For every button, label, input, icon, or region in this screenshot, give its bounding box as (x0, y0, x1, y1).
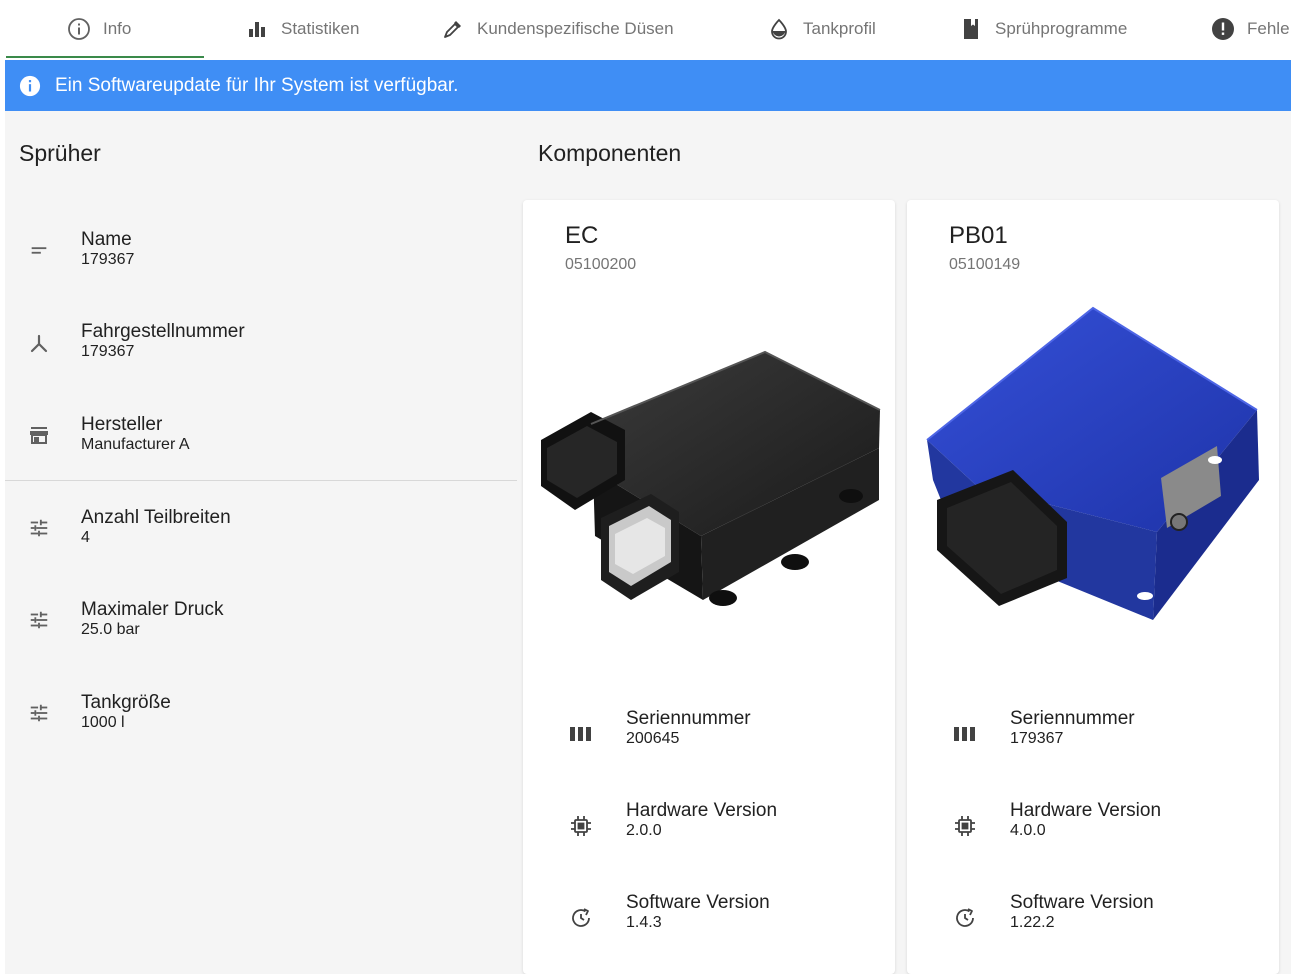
component-row-label: Seriennummer (626, 708, 751, 729)
component-card-ec[interactable]: EC 05100200 Seriennummer 200645 Hardware… (523, 200, 895, 974)
tab-info[interactable]: Info (66, 0, 131, 58)
bar-chart-icon (244, 16, 270, 42)
component-image-pb01 (917, 300, 1269, 640)
component-row-value: 179367 (1010, 730, 1064, 747)
components-section-title: Komponenten (538, 140, 682, 166)
property-label: Anzahl Teilbreiten (81, 507, 231, 528)
tab-bar: Info Statistiken Kundenspezifische Düsen… (0, 0, 1303, 60)
property-value: 179367 (81, 251, 135, 268)
property-value: 1000 l (81, 714, 125, 731)
component-name: PB01 (949, 222, 1008, 249)
component-part-number: 05100149 (949, 256, 1021, 273)
tab-tankprofil[interactable]: Tankprofil (766, 0, 876, 58)
tab-spruehprogramme[interactable]: Sprühprogramme (958, 0, 1127, 58)
barcode-icon (567, 720, 595, 748)
property-label: Tankgröße (81, 692, 171, 713)
component-row-label: Seriennummer (1010, 708, 1135, 729)
eyedropper-icon (440, 16, 466, 42)
component-row-value: 1.4.3 (626, 914, 662, 931)
component-row-software: Software Version 1.22.2 (907, 892, 1279, 942)
chip-icon (567, 812, 595, 840)
active-tab-indicator (6, 56, 204, 58)
tab-label: Info (103, 19, 132, 38)
component-row-software: Software Version 1.4.3 (523, 892, 895, 942)
tune-icon (25, 514, 53, 542)
property-label: Maximaler Druck (81, 599, 224, 620)
short-text-icon (25, 236, 53, 264)
property-label: Fahrgestellnummer (81, 321, 245, 342)
property-label: Name (81, 229, 132, 250)
component-name: EC (565, 222, 599, 249)
sprayer-panel (5, 193, 517, 974)
error-icon (1210, 16, 1236, 42)
update-icon (951, 904, 979, 932)
tab-fehler[interactable]: Fehle (1210, 0, 1290, 58)
update-icon (567, 904, 595, 932)
sprayer-section-title: Sprüher (19, 140, 101, 166)
tune-icon (25, 606, 53, 634)
tab-label: Fehle (1247, 19, 1290, 38)
tab-label: Tankprofil (803, 19, 876, 38)
component-card-pb01[interactable]: PB01 05100149 Seriennummer 179367 Hardwa… (907, 200, 1279, 974)
component-row-value: 200645 (626, 730, 680, 747)
info-circle-icon (66, 16, 92, 42)
chip-icon (951, 812, 979, 840)
component-part-number: 05100200 (565, 256, 637, 273)
section-divider (5, 480, 517, 481)
barcode-icon (951, 720, 979, 748)
banner-text: Ein Softwareupdate für Ihr System ist ve… (55, 74, 459, 96)
merge-icon (25, 330, 53, 358)
tab-label: Sprühprogramme (995, 19, 1128, 38)
tab-label: Statistiken (281, 19, 360, 38)
component-row-label: Software Version (626, 892, 770, 913)
property-value: 4 (81, 529, 90, 546)
bookmark-icon (958, 16, 984, 42)
component-row-value: 2.0.0 (626, 822, 662, 839)
component-image-ec (533, 300, 885, 640)
property-label: Hersteller (81, 414, 163, 435)
component-row-value: 1.22.2 (1010, 914, 1055, 931)
tab-kundenspezifische-duesen[interactable]: Kundenspezifische Düsen (440, 0, 674, 58)
component-row-label: Hardware Version (1010, 800, 1162, 821)
component-row-label: Software Version (1010, 892, 1154, 913)
tune-icon (25, 699, 53, 727)
component-row-hardware: Hardware Version 4.0.0 (907, 800, 1279, 850)
property-value: Manufacturer A (81, 436, 190, 453)
component-row-serial: Seriennummer 200645 (523, 708, 895, 758)
component-row-label: Hardware Version (626, 800, 778, 821)
component-row-serial: Seriennummer 179367 (907, 708, 1279, 758)
tab-statistiken[interactable]: Statistiken (244, 0, 359, 58)
component-row-value: 4.0.0 (1010, 822, 1046, 839)
water-drop-icon (766, 16, 792, 42)
info-filled-icon (19, 75, 41, 97)
tab-label: Kundenspezifische Düsen (477, 19, 674, 38)
store-icon (25, 421, 53, 449)
component-row-hardware: Hardware Version 2.0.0 (523, 800, 895, 850)
property-value: 179367 (81, 343, 135, 360)
software-update-banner[interactable]: Ein Softwareupdate für Ihr System ist ve… (5, 60, 1291, 111)
property-value: 25.0 bar (81, 621, 140, 638)
